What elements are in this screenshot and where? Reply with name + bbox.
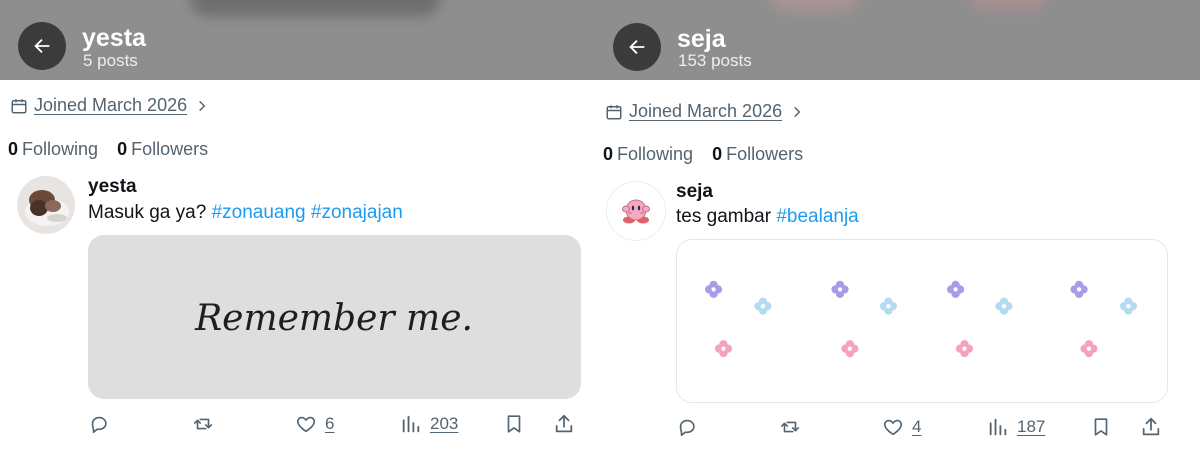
calendar-icon xyxy=(606,104,622,119)
share-icon xyxy=(1142,417,1160,436)
like-button[interactable]: 4 xyxy=(882,412,921,442)
post-avatar[interactable] xyxy=(606,181,666,241)
calendar-icon xyxy=(11,98,27,113)
bookmark-button[interactable] xyxy=(503,409,525,439)
bookmark-icon xyxy=(507,415,521,433)
followers-label: Followers xyxy=(726,144,804,164)
post-image[interactable]: Remember me. xyxy=(88,235,581,399)
following-count: 0 xyxy=(603,144,614,164)
post-text: Masuk ga ya? #zonauang #zonajajan xyxy=(88,202,403,224)
following-count: 0 xyxy=(8,139,19,159)
reply-icon xyxy=(91,416,107,434)
post-author[interactable]: seja xyxy=(676,181,713,203)
post-body: tes gambar xyxy=(676,206,772,227)
like-icon xyxy=(296,416,316,433)
image-script-text: Remember me. xyxy=(194,298,473,339)
flower-icon xyxy=(714,340,1098,358)
post-avatar[interactable] xyxy=(17,176,75,234)
header-post-count: 5 posts xyxy=(83,51,138,70)
back-arrow-icon xyxy=(629,39,645,55)
followers-link[interactable]: 0 Followers xyxy=(117,139,208,159)
following-label: Following xyxy=(617,144,694,164)
header-name: seja xyxy=(677,25,726,53)
hashtag-bealanja[interactable]: #bealanja xyxy=(776,206,858,227)
flower-pattern xyxy=(704,280,1138,358)
back-button[interactable] xyxy=(18,22,66,70)
followers-label: Followers xyxy=(131,139,209,159)
post-image-artwork: Remember me. xyxy=(194,298,473,339)
retweet-icon xyxy=(193,418,213,430)
reply-button[interactable] xyxy=(88,409,110,439)
header-banner-blur xyxy=(190,0,440,16)
profile-header: yesta 5 posts xyxy=(0,0,599,80)
views-icon xyxy=(989,418,1007,436)
header-name: yesta xyxy=(82,24,146,52)
profile-panel-seja: seja 153 posts Joined March 2026 0 Follow… xyxy=(599,0,1200,454)
post-body: Masuk ga ya? xyxy=(88,202,207,223)
views-button[interactable]: 187 xyxy=(987,412,1045,442)
joined-date-link[interactable]: Joined March 2026 xyxy=(605,101,804,122)
retweet-icon xyxy=(780,421,800,433)
header-banner-blur xyxy=(769,0,859,12)
joined-date-text: Joined March 2026 xyxy=(629,101,783,121)
hashtag-zonauang[interactable]: #zonauang xyxy=(212,202,306,223)
reply-button[interactable] xyxy=(676,412,698,442)
profile-panel-yesta: yesta 5 posts Joined March 2026 0 Followi… xyxy=(0,0,599,454)
post-actions: 6 203 xyxy=(88,409,588,439)
like-button[interactable]: 6 xyxy=(295,409,334,439)
joined-date-link[interactable]: Joined March 2026 xyxy=(10,95,209,116)
reply-icon xyxy=(679,419,695,437)
like-count: 6 xyxy=(325,414,335,433)
followers-count: 0 xyxy=(117,139,128,159)
post-author[interactable]: yesta xyxy=(88,176,137,198)
header-post-count: 153 posts xyxy=(678,51,752,70)
like-count: 4 xyxy=(912,417,922,436)
post-text: tes gambar #bealanja xyxy=(676,206,859,228)
back-button[interactable] xyxy=(613,23,661,71)
views-icon xyxy=(402,415,420,433)
views-button[interactable]: 203 xyxy=(400,409,458,439)
view-count: 187 xyxy=(1017,417,1046,436)
kirby-avatar-icon xyxy=(622,199,650,224)
share-button[interactable] xyxy=(1140,412,1162,442)
post-actions: 4 187 xyxy=(676,412,1176,442)
like-icon xyxy=(883,419,903,436)
flower-icon xyxy=(754,297,1138,315)
follow-stats: 0 Following 0 Followers xyxy=(8,139,222,160)
hashtag-zonajajan[interactable]: #zonajajan xyxy=(311,202,403,223)
retweet-button[interactable] xyxy=(192,409,214,439)
follow-stats: 0 Following 0 Followers xyxy=(603,144,817,165)
followers-count: 0 xyxy=(712,144,723,164)
retweet-button[interactable] xyxy=(779,412,801,442)
joined-date-text: Joined March 2026 xyxy=(34,95,188,115)
followers-link[interactable]: 0 Followers xyxy=(712,144,803,164)
chevron-right-icon xyxy=(199,100,206,111)
view-count: 203 xyxy=(430,414,459,433)
avatar-photo xyxy=(17,176,75,234)
share-icon xyxy=(555,414,573,433)
profile-header: seja 153 posts xyxy=(599,0,1200,80)
following-link[interactable]: 0 Following xyxy=(8,139,98,159)
flower-icon xyxy=(704,280,1088,298)
share-button[interactable] xyxy=(553,409,575,439)
following-label: Following xyxy=(22,139,99,159)
bookmark-icon xyxy=(1094,418,1108,436)
back-arrow-icon xyxy=(34,38,50,54)
bookmark-button[interactable] xyxy=(1090,412,1112,442)
following-link[interactable]: 0 Following xyxy=(603,144,693,164)
header-banner-blur xyxy=(969,0,1049,10)
post-image[interactable] xyxy=(676,239,1168,403)
chevron-right-icon xyxy=(794,106,801,117)
